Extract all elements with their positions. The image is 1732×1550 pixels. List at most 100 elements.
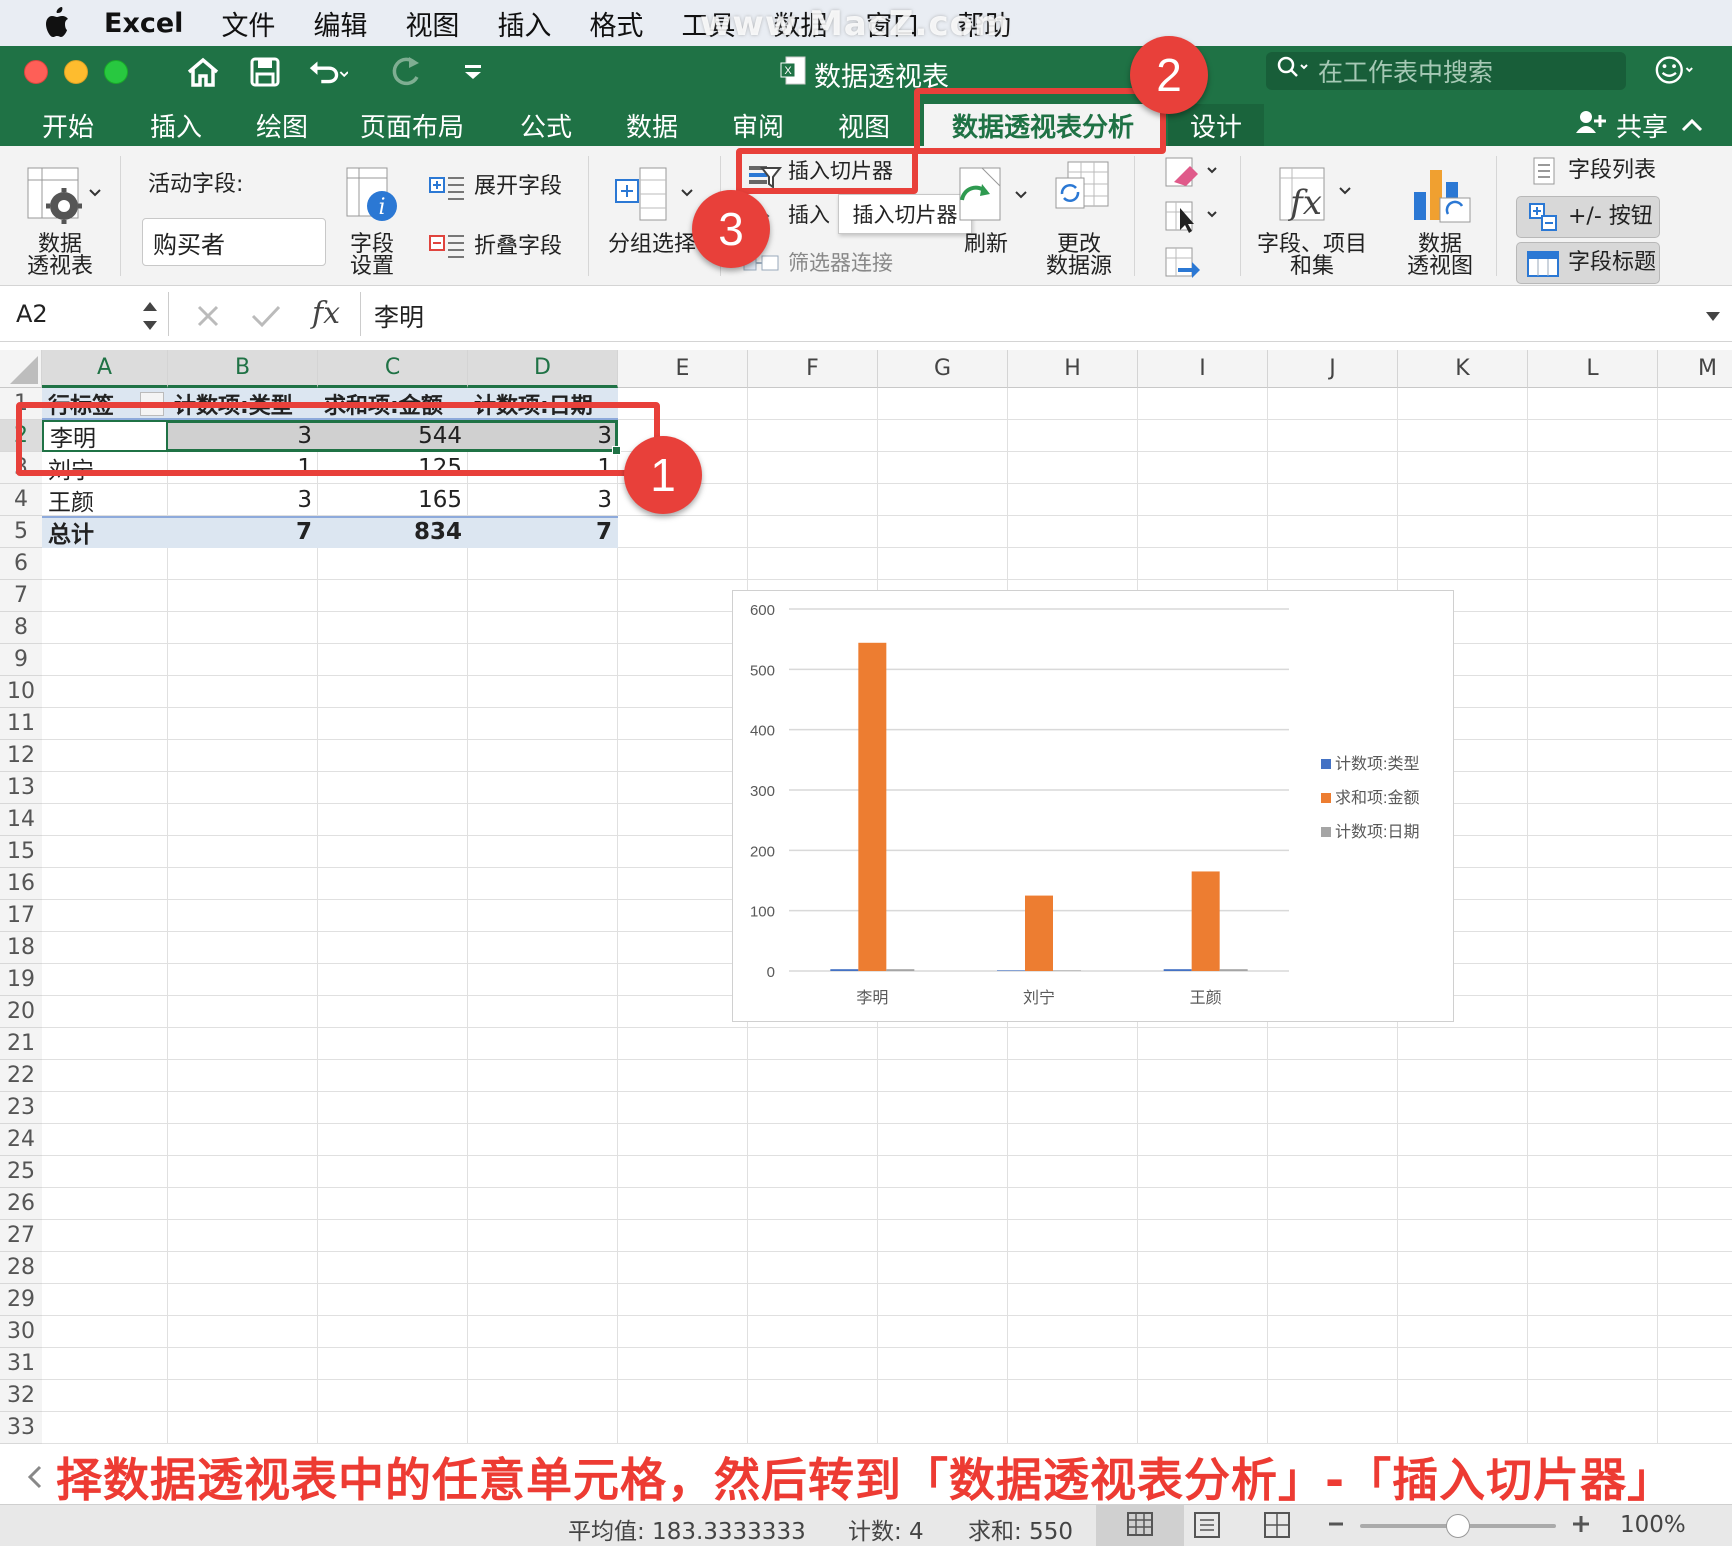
row-header-29[interactable]: 29 [0,1284,42,1316]
expand-field-icon[interactable] [428,172,466,206]
expand-field-label[interactable]: 展开字段 [474,176,562,198]
expand-formula-bar-icon[interactable] [1704,308,1722,327]
field-settings-icon[interactable]: i [344,166,400,228]
page-layout-view-button[interactable] [1190,1510,1224,1544]
row-header-18[interactable]: 18 [0,932,42,964]
close-window-button[interactable] [24,60,48,84]
refresh-icon[interactable] [952,160,1028,230]
row-header-24[interactable]: 24 [0,1124,42,1156]
column-header-L[interactable]: L [1528,350,1658,388]
clear-icon[interactable] [1164,156,1224,194]
tab-review[interactable]: 审阅 [714,104,802,146]
share-button[interactable]: 共享 [1558,104,1686,146]
row-header-16[interactable]: 16 [0,868,42,900]
apple-icon[interactable] [38,5,74,41]
feedback-smiley-icon[interactable] [1654,50,1696,90]
chart-bar-2-2[interactable] [1219,969,1248,971]
chart-bar-1-0[interactable] [858,642,887,971]
name-box-stepper-icon[interactable] [140,296,160,340]
pivot-cell[interactable]: 3 [468,484,618,516]
row-header-14[interactable]: 14 [0,804,42,836]
formula-input[interactable]: 李明 [374,298,424,334]
tab-view[interactable]: 视图 [820,104,908,146]
menu-view[interactable]: 视图 [405,4,459,43]
row-header-8[interactable]: 8 [0,612,42,644]
pivot-cell[interactable]: 165 [318,484,468,516]
column-header-A[interactable]: A [42,350,168,388]
pivot-total-cell[interactable]: 834 [318,516,468,548]
zoom-in-icon[interactable] [1570,1512,1592,1540]
save-icon[interactable] [244,52,286,92]
menu-edit[interactable]: 编辑 [313,4,367,43]
row-header-11[interactable]: 11 [0,708,42,740]
column-header-C[interactable]: C [318,350,468,388]
row-header-13[interactable]: 13 [0,772,42,804]
tab-draw[interactable]: 绘图 [238,104,326,146]
column-header-I[interactable]: I [1138,350,1268,388]
row-header-30[interactable]: 30 [0,1316,42,1348]
column-header-B[interactable]: B [168,350,318,388]
row-header-21[interactable]: 21 [0,1028,42,1060]
column-header-J[interactable]: J [1268,350,1398,388]
column-header-H[interactable]: H [1008,350,1138,388]
active-field-input[interactable]: 购买者 [142,218,326,266]
menu-format[interactable]: 格式 [589,4,643,43]
field-list-icon[interactable] [1530,156,1560,190]
group-selection-icon[interactable] [614,166,694,226]
tab-insert[interactable]: 插入 [132,104,220,146]
row-header-31[interactable]: 31 [0,1348,42,1380]
insert-timeline-label[interactable]: 插入 [788,204,830,226]
row-header-23[interactable]: 23 [0,1092,42,1124]
row-header-20[interactable]: 20 [0,996,42,1028]
cancel-formula-icon[interactable] [194,302,222,334]
column-header-G[interactable]: G [878,350,1008,388]
row-header-4[interactable]: 4 [0,484,42,516]
select-icon[interactable] [1164,200,1224,238]
menu-file[interactable]: 文件 [221,4,275,43]
chart-bar-2-1[interactable] [1053,970,1081,971]
row-header-22[interactable]: 22 [0,1060,42,1092]
sheet-scroll-left-icon[interactable] [24,1464,46,1494]
column-header-F[interactable]: F [748,350,878,388]
chart-bar-0-0[interactable] [830,969,859,971]
row-header-9[interactable]: 9 [0,644,42,676]
pivotchart-icon[interactable] [1410,162,1474,230]
home-icon[interactable] [182,52,224,92]
pivot-cell[interactable]: 王颜 [42,484,168,516]
pivot-total-cell[interactable]: 总计 [42,516,168,548]
change-data-source-icon[interactable] [1054,160,1114,228]
zoom-slider-thumb[interactable] [1446,1514,1470,1538]
normal-view-button[interactable] [1096,1504,1184,1546]
pivot-total-cell[interactable]: 7 [468,516,618,548]
move-pivottable-icon[interactable] [1164,246,1204,284]
menu-insert[interactable]: 插入 [497,4,551,43]
chart-bar-1-1[interactable] [1025,895,1053,971]
collapse-ribbon-icon[interactable] [1672,104,1712,146]
chart-bar-1-2[interactable] [1191,871,1220,971]
pivot-chart[interactable]: 0 100 200 300 400 500 600 李明 刘宁 王颜 计数项:类型 求和项:金额 计数项… [732,590,1454,1022]
fx-icon[interactable]: fx [312,296,340,331]
page-break-view-button[interactable] [1260,1510,1294,1544]
pivot-cell[interactable]: 3 [168,484,318,516]
zoom-out-icon[interactable] [1326,1514,1346,1538]
pivottable-icon[interactable] [24,166,102,232]
row-header-33[interactable]: 33 [0,1412,42,1444]
row-header-6[interactable]: 6 [0,548,42,580]
field-list-label[interactable]: 字段列表 [1568,160,1656,182]
row-header-28[interactable]: 28 [0,1252,42,1284]
row-header-12[interactable]: 12 [0,740,42,772]
minimize-window-button[interactable] [64,60,88,84]
select-all-corner[interactable] [0,350,42,388]
zoom-window-button[interactable] [104,60,128,84]
tab-page-layout[interactable]: 页面布局 [352,104,472,146]
row-header-10[interactable]: 10 [0,676,42,708]
undo-icon[interactable] [306,52,348,92]
column-header-M[interactable]: M [1658,350,1732,388]
confirm-formula-icon[interactable] [250,302,282,334]
search-box[interactable]: 在工作表中搜索 [1266,52,1626,90]
fields-items-sets-icon[interactable]: fx [1276,166,1352,230]
row-header-17[interactable]: 17 [0,900,42,932]
row-header-26[interactable]: 26 [0,1188,42,1220]
collapse-field-icon[interactable] [428,230,466,264]
row-header-32[interactable]: 32 [0,1380,42,1412]
